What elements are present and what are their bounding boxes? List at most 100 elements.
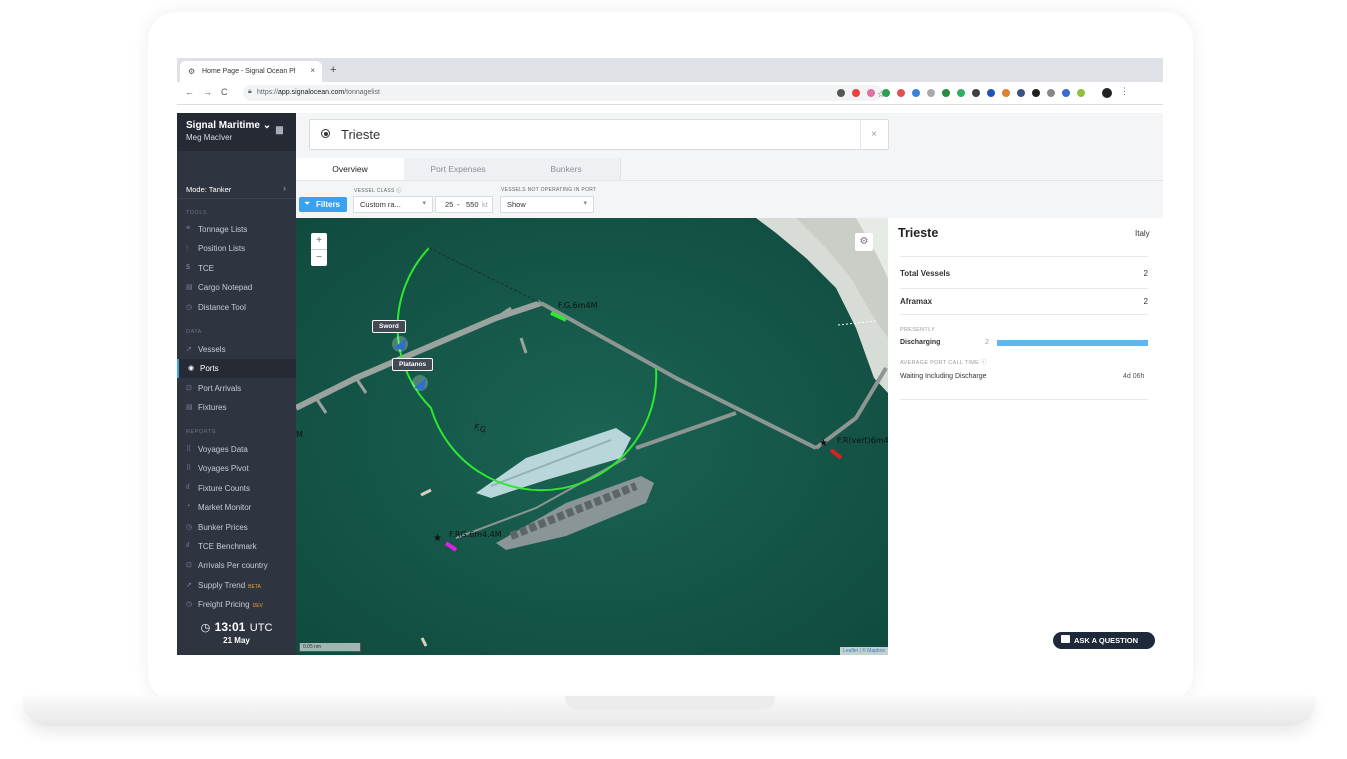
sidebar-item-tce-benchmark[interactable]: ıl TCE Benchmark [177,537,296,556]
forward-icon[interactable]: → [203,87,212,97]
sidebar-item-bunker-prices[interactable]: ◷ Bunker Prices [177,518,296,537]
brand-name[interactable]: Signal Maritime ⌄ [186,120,271,131]
extension-icon[interactable] [867,89,875,97]
tab-port-expenses[interactable]: Port Expenses [404,158,513,180]
lock-icon: 🔒︎ [248,88,252,95]
filters-button[interactable]: ⏷ Filters [299,197,347,212]
extension-icon[interactable] [1077,89,1085,97]
sidebar-item-voyages-pivot[interactable]: ⠿ Voyages Pivot [177,459,296,478]
extension-icon[interactable] [912,89,920,97]
sidebar-item-label: Position Lists [198,244,246,254]
zoom-in-button[interactable]: + [311,233,327,249]
panel-divider [900,399,1148,400]
extension-icon[interactable] [1047,89,1055,97]
sidebar-header[interactable]: Signal Maritime ⌄ Meg MacIver ▆ [177,113,296,151]
tab-overview[interactable]: Overview [296,158,405,180]
sidebar-item-tonnage-lists[interactable]: ≡ Tonnage Lists [177,220,296,239]
not-operating-label: VESSELS NOT OPERATING IN PORT [501,187,597,193]
sidebar-item-freight-pricing[interactable]: ◷ Freight Pricing DEV [177,595,296,614]
browser-tab[interactable]: ⚙ Home Page - Signal Ocean Pl × [180,61,322,82]
sidebar-item-icon: ≡ [186,225,191,232]
zoom-out-button[interactable]: − [311,250,327,266]
extension-icon[interactable] [837,89,845,97]
port-country: Italy [1135,229,1150,238]
info-icon: ⓘ [980,360,987,366]
extension-icon[interactable] [852,89,860,97]
extension-icon[interactable] [957,89,965,97]
browser-menu-icon[interactable]: ⋮ [1120,86,1129,97]
extension-icon[interactable] [882,89,890,97]
sidebar-item-distance-tool[interactable]: ◷ Distance Tool [177,298,296,317]
sidebar-item-fixtures[interactable]: ▤ Fixtures [177,398,296,417]
sidebar-item-market-monitor[interactable]: ◔ Market Monitor [177,498,296,517]
sidebar-item-ports[interactable]: ◉ Ports [177,359,298,379]
extension-icon[interactable] [1062,89,1070,97]
mode-label: Mode: Tanker [186,185,232,194]
new-tab-button[interactable]: + [330,64,336,76]
sidebar-item-icon: ◷ [186,601,193,609]
sidebar-item-icon: ▤ [186,284,193,292]
extension-icon[interactable] [927,89,935,97]
extension-icon[interactable] [1002,89,1010,97]
extension-icon[interactable] [1032,89,1040,97]
sidebar-item-icon: ◉ [188,365,195,373]
sidebar-item-port-arrivals[interactable]: ⊡ Port Arrivals [177,379,296,398]
sidebar-item-icon: ➚ [186,346,192,353]
sidebar-item-supply-trend[interactable]: ↗ Supply Trend BETA [177,576,296,595]
ask-question-button[interactable]: ASK A QUESTION [1053,632,1155,649]
extension-icon[interactable] [897,89,905,97]
sidebar-item-label: Fixture Counts [198,483,251,493]
extension-icon[interactable] [1017,89,1025,97]
port-map[interactable]: ★ ★ + − ⚙ Sword Platanos F.G.6m4M F.R(ve… [296,218,888,655]
close-tab-icon[interactable]: × [310,66,315,75]
vessel-class-select[interactable]: Custom ra... ▾ [353,196,433,213]
clear-search-button[interactable]: × [860,120,887,149]
reload-icon[interactable]: C [221,87,228,97]
back-icon[interactable]: ← [185,87,194,97]
user-name: Meg MacIver [186,133,233,142]
sidebar-item-voyages-data[interactable]: ⠿ Voyages Data [177,440,296,459]
presently-label: PRESENTLY [900,327,935,333]
map-settings-gear-icon[interactable]: ⚙ [855,233,873,251]
extension-icon[interactable] [942,89,950,97]
clock-time: 13:01 [214,620,246,634]
not-operating-select[interactable]: Show ▾ [500,196,594,213]
mode-selector[interactable]: Mode: Tanker › [177,182,296,199]
range-unit: kt [482,200,488,209]
port-radio-icon [321,129,330,138]
range-dash: - [457,200,460,209]
sidebar-item-label: Supply Trend BETA [198,580,261,590]
caret-down-icon: ▾ [422,200,426,207]
sidebar-item-label: Bunker Prices [198,522,248,532]
address-bar[interactable]: 🔒︎ https://app.signalocean.com/tonnageli… [243,85,885,101]
sidebar-item-arrivals-per-country[interactable]: ⊡ Arrivals Per country [177,556,296,575]
extension-icon[interactable] [987,89,995,97]
total-vessels-row[interactable]: Total Vessels 2 [900,256,1148,289]
map-attribution[interactable]: Leaflet | © Mapbox [840,647,888,655]
port-tabs: Overview Port Expenses Bunkers [296,158,1163,181]
sidebar-item-cargo-notepad[interactable]: ▤ Cargo Notepad [177,278,296,297]
sidebar-item-icon: ⁝ [186,245,189,253]
port-search-input[interactable]: Trieste × [309,119,889,150]
profile-avatar[interactable] [1102,88,1112,98]
sidebar-item-position-lists[interactable]: ⁝ Position Lists [177,239,296,258]
sidebar-item-icon: ↗ [186,581,192,589]
capacity-range-input[interactable]: 25 - 550 kt [435,196,493,213]
vessel-label-platanos[interactable]: Platanos [392,358,434,371]
vessel-label-sword[interactable]: Sword [372,320,406,333]
notification-icon[interactable]: ▆ [276,124,283,135]
aframax-row[interactable]: Aframax 2 [900,288,1148,315]
extension-icon[interactable] [972,89,980,97]
sidebar-item-fixture-counts[interactable]: ıl Fixture Counts [177,479,296,498]
sidebar-item-label: Distance Tool [198,302,246,312]
search-value[interactable]: Trieste [341,127,380,142]
sidebar-item-tce[interactable]: $ TCE [177,259,296,278]
browser-navbar: ← → C 🔒︎ https://app.signalocean.com/ton… [177,82,1163,105]
sidebar-item-vessels[interactable]: ➚ Vessels [177,340,296,359]
tab-bunkers[interactable]: Bunkers [512,158,621,180]
sidebar-item-icon: ⊡ [186,384,192,392]
sidebar-item-label: Fixtures [198,403,227,413]
sidebar-item-icon: ıl [186,542,190,549]
url-text: https://app.signalocean.com/tonnagelist [257,89,380,96]
range-max: 550 [466,200,479,209]
